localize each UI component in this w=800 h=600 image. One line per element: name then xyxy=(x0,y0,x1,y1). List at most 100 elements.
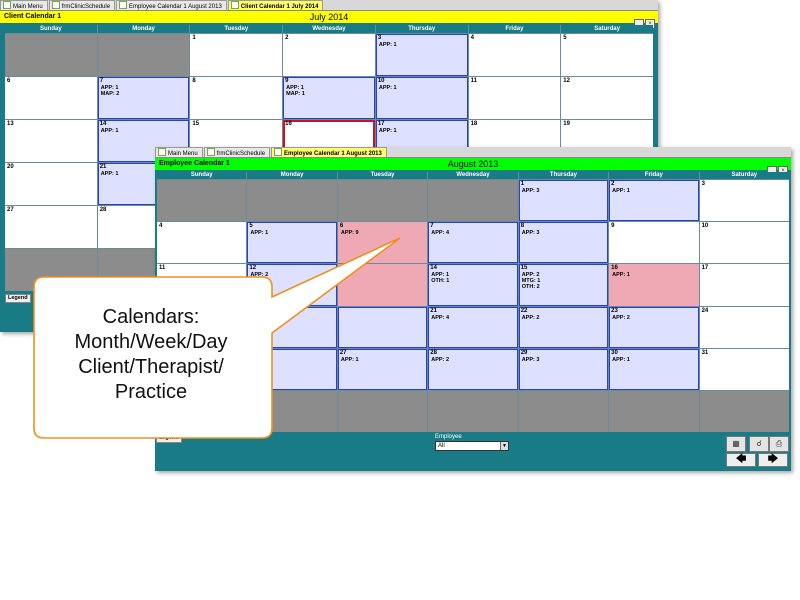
day-header: Monday xyxy=(247,172,337,179)
calendar-day-cell[interactable]: 5 xyxy=(561,34,653,76)
find-button[interactable]: ☌ xyxy=(749,436,769,452)
month-title: July 2014 xyxy=(309,12,349,22)
calendar-day-cell[interactable]: 13 xyxy=(5,120,97,162)
day-number: 15 xyxy=(192,121,200,127)
appointment-count: APP: 1 xyxy=(378,128,397,134)
tab-employee-calendar[interactable]: Employee Calendar 1 August 2013 xyxy=(116,0,227,10)
tab-label: Employee Calendar 1 August 2013 xyxy=(284,151,382,157)
appointment-count: APP: 2 xyxy=(431,356,450,363)
calendar-day-cell[interactable]: 16 APP: 1 xyxy=(609,264,699,306)
calendar-cell-empty xyxy=(699,390,789,432)
calendar-day-cell[interactable]: 27 xyxy=(5,206,97,248)
tab-main-menu[interactable]: Main Menu xyxy=(155,147,203,157)
day-number: 5 xyxy=(249,223,253,230)
calendar-day-cell[interactable]: 1 APP: 3 xyxy=(518,180,609,222)
calendar-day-cell[interactable]: 15 APP: 2 MTG: 1 OTH: 2 xyxy=(518,264,609,306)
calendar-day-cell[interactable]: 6 xyxy=(5,77,97,119)
tab-label: Main Menu xyxy=(168,151,198,157)
day-number: 22 xyxy=(520,307,528,314)
calendar-day-cell[interactable]: 11 xyxy=(157,264,247,306)
day-number: 21 xyxy=(430,307,437,314)
prev-month-button[interactable]: 🡄 xyxy=(726,453,756,467)
calendar-cell-empty xyxy=(157,180,247,222)
calendar-day-cell[interactable]: 28 APP: 2 xyxy=(428,348,518,390)
day-number: 13 xyxy=(7,121,14,127)
calendar-day-cell[interactable]: 2 APP: 1 xyxy=(609,180,699,222)
day-number: 27 xyxy=(7,207,14,213)
legend-button[interactable]: Legend xyxy=(5,294,31,303)
calendar-cell-empty xyxy=(609,390,699,432)
form-icon xyxy=(206,148,215,156)
calendar-day-cell[interactable]: 6 APP: 9 xyxy=(337,222,428,264)
calendar-day-cell[interactable]: 1 xyxy=(190,34,283,76)
appointment-count: APP: 4 xyxy=(431,230,450,237)
day-number: 15 xyxy=(520,265,528,272)
day-number: 30 xyxy=(611,349,618,356)
client-tab-bar: Main Menu frmClinicSchedule Employee Calen… xyxy=(0,0,658,11)
calendar-day-cell[interactable]: 30 APP: 1 xyxy=(609,348,699,390)
calendar-day-cell[interactable]: 23 APP: 2 xyxy=(609,306,699,348)
calendar-day-cell[interactable]: 20 xyxy=(5,163,97,205)
callout-text: Calendars: Month/Week/Day Client/Therapi… xyxy=(74,306,228,403)
calendar-cell-empty xyxy=(97,34,190,76)
calendar-day-cell[interactable]: 3 APP: 1 xyxy=(375,34,468,76)
calendar-day-cell[interactable]: 11 xyxy=(468,77,561,119)
calendar-day-cell[interactable]: 31 xyxy=(699,348,789,390)
calendar-day-cell[interactable]: 14 APP: 1 OTH: 1 xyxy=(428,264,518,306)
calendar-day-cell[interactable]: 17 xyxy=(699,264,789,306)
appointment-count: APP: 1 xyxy=(250,230,269,237)
day-number: 2 xyxy=(611,181,615,187)
calendar-icon: ▦ xyxy=(732,439,740,448)
day-number: 14 xyxy=(430,265,437,272)
day-number: 7 xyxy=(430,223,434,230)
day-number: 16 xyxy=(611,265,618,272)
calendar-day-cell[interactable]: 9 xyxy=(609,222,699,264)
chevron-down-icon[interactable]: ▼ xyxy=(500,442,508,450)
print-button[interactable]: ⎙ xyxy=(769,436,789,452)
calendar-day-cell[interactable]: 2 xyxy=(283,34,375,76)
calendar-day-cell[interactable]: 3 xyxy=(699,180,789,222)
calendar-day-cell[interactable]: 8 APP: 3 xyxy=(518,222,609,264)
calendar-day-cell[interactable] xyxy=(337,306,428,348)
day-number: 11 xyxy=(470,78,477,84)
employee-title-bar: Employee Calendar 1 August 2013 _ × xyxy=(155,158,791,176)
calendar-day-cell[interactable]: 9 APP: 1 MAP: 1 xyxy=(283,77,375,119)
tab-client-calendar[interactable]: Client Calendar 1 July 2014 xyxy=(227,0,324,10)
calendar-day-cell[interactable]: 7 APP: 1 MAP: 2 xyxy=(97,77,190,119)
tab-employee-calendar[interactable]: Employee Calendar 1 August 2013 xyxy=(271,147,387,157)
calendar-day-cell[interactable]: 12 APP: 2 xyxy=(247,264,337,306)
tab-main-menu[interactable]: Main Menu xyxy=(0,0,48,10)
tab-clinic-schedule[interactable]: frmClinicSchedule xyxy=(48,0,116,10)
calendar-day-cell[interactable]: 8 xyxy=(190,77,283,119)
calendar-day-cell[interactable] xyxy=(337,264,428,306)
calendar-day-cell[interactable]: 21 APP: 4 xyxy=(428,306,518,348)
day-number: 23 xyxy=(611,307,618,314)
calendar-day-cell[interactable]: 22 APP: 2 xyxy=(518,306,609,348)
day-header: Thursday xyxy=(518,172,609,179)
calendar-day-cell[interactable]: 10 APP: 1 xyxy=(375,77,468,119)
legend-button[interactable]: Legend xyxy=(156,434,182,443)
next-month-button[interactable]: 🡆 xyxy=(758,453,788,467)
day-number: 17 xyxy=(377,121,385,127)
day-header: Saturday xyxy=(561,25,653,33)
calendar-day-cell[interactable]: 10 xyxy=(699,222,789,264)
calendar-cell-empty xyxy=(428,180,518,222)
calendar-day-cell[interactable]: 4 xyxy=(468,34,561,76)
calendar-view-button[interactable]: ▦ xyxy=(726,436,746,452)
appointment-count: APP: 9 xyxy=(340,230,359,237)
calendar-day-cell[interactable]: 27 APP: 1 xyxy=(337,348,428,390)
day-number: 8 xyxy=(520,223,525,230)
employee-dropdown[interactable]: All ▼ xyxy=(435,441,509,451)
arrow-left-icon: 🡄 xyxy=(735,454,747,465)
calendar-day-cell[interactable]: 24 xyxy=(699,306,789,348)
day-header: Monday xyxy=(97,25,190,33)
calendar-day-cell[interactable]: 4 xyxy=(157,222,247,264)
tab-clinic-schedule[interactable]: frmClinicSchedule xyxy=(203,147,271,157)
calendar-day-cell[interactable]: 12 xyxy=(561,77,653,119)
day-number: 20 xyxy=(7,164,14,170)
appointment-count: APP: 1 xyxy=(100,171,119,177)
calendar-day-cell[interactable]: 5 APP: 1 xyxy=(247,222,337,264)
calendar-day-cell[interactable]: 29 APP: 3 xyxy=(518,348,609,390)
calendar-day-cell[interactable]: 7 APP: 4 xyxy=(428,222,518,264)
form-icon xyxy=(3,1,11,9)
